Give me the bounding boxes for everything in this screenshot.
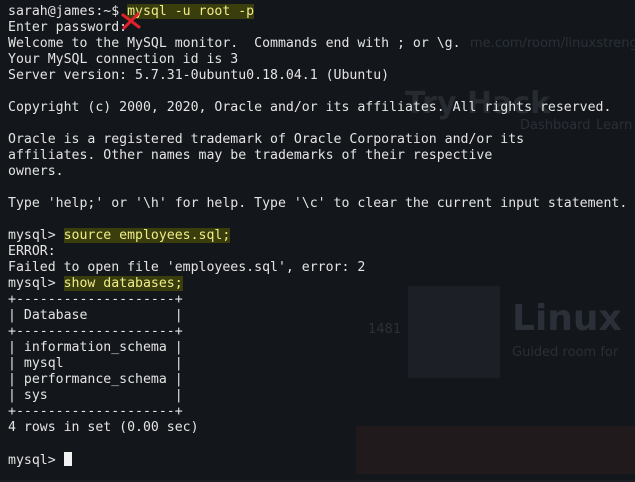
terminal-text: | performance_schema | — [8, 372, 183, 387]
terminal-text: Your MySQL connection id is 3 — [8, 52, 239, 67]
terminal-line: Failed to open file 'employees.sql', err… — [8, 260, 635, 276]
terminal-cursor — [63, 452, 72, 466]
terminal-line: | information_schema | — [8, 340, 635, 356]
terminal-text: mysql> — [8, 276, 64, 291]
terminal-text: +--------------------+ — [8, 292, 183, 307]
terminal-line: Welcome to the MySQL monitor. Commands e… — [8, 36, 635, 52]
terminal-text: sarah@james:~$ — [8, 4, 128, 19]
terminal-text: ERROR: — [8, 244, 56, 259]
terminal-text: +--------------------+ — [8, 404, 183, 419]
terminal-line: +--------------------+ — [8, 404, 635, 420]
terminal-text: +--------------------+ — [8, 324, 183, 339]
highlighted-command: show databases; — [63, 276, 183, 291]
terminal-line: +--------------------+ — [8, 292, 635, 308]
terminal-text: | information_schema | — [8, 340, 183, 355]
terminal-line: | sys | — [8, 388, 635, 404]
terminal-line: 4 rows in set (0.00 sec) — [8, 420, 635, 436]
terminal-text: owners. — [8, 164, 64, 179]
terminal-text: Oracle is a registered trademark of Orac… — [8, 132, 525, 147]
terminal-line: Enter password: — [8, 20, 635, 36]
highlighted-command: mysql -u root -p — [127, 4, 255, 19]
terminal-line: Type 'help;' or '\h' for help. Type '\c'… — [8, 196, 635, 212]
terminal-text: | sys | — [8, 388, 183, 403]
terminal-line: mysql> source employees.sql; — [8, 228, 635, 244]
terminal-line: +--------------------+ — [8, 324, 635, 340]
terminal-line: ERROR: — [8, 244, 635, 260]
terminal-line: sarah@james:~$ mysql -u root -p — [8, 4, 635, 20]
terminal-line: mysql> show databases; — [8, 276, 635, 292]
terminal-line: | mysql | — [8, 356, 635, 372]
terminal-text: mysql> — [8, 453, 64, 468]
terminal-line: owners. — [8, 164, 635, 180]
terminal-text: Copyright (c) 2000, 2020, Oracle and/or … — [8, 100, 612, 115]
terminal-output[interactable]: sarah@james:~$ mysql -u root -p Enter pas… — [8, 4, 635, 468]
terminal-text: Welcome to the MySQL monitor. Commands e… — [8, 36, 461, 51]
red-x-annotation-icon — [121, 12, 141, 30]
terminal-text: 4 rows in set (0.00 sec) — [8, 420, 199, 435]
terminal-text: Enter password: — [8, 20, 128, 35]
highlighted-command: source employees.sql; — [63, 228, 231, 243]
terminal-text: Failed to open file 'employees.sql', err… — [8, 260, 366, 275]
terminal-text: | Database | — [8, 308, 183, 323]
terminal-line: | Database | — [8, 308, 635, 324]
terminal-line: mysql> — [8, 452, 635, 468]
terminal-text: | mysql | — [8, 356, 183, 371]
terminal-text: Server version: 5.7.31-0ubuntu0.18.04.1 … — [8, 68, 390, 83]
terminal-text: Type 'help;' or '\h' for help. Type '\c'… — [8, 196, 628, 211]
terminal-text: mysql> — [8, 228, 64, 243]
terminal-line: Server version: 5.7.31-0ubuntu0.18.04.1 … — [8, 68, 635, 84]
terminal-line: Oracle is a registered trademark of Orac… — [8, 132, 635, 148]
terminal-line: | performance_schema | — [8, 372, 635, 388]
terminal-text: affiliates. Other names may be trademark… — [8, 148, 493, 163]
terminal-line: Copyright (c) 2000, 2020, Oracle and/or … — [8, 100, 635, 116]
terminal-line: affiliates. Other names may be trademark… — [8, 148, 635, 164]
terminal-line: Your MySQL connection id is 3 — [8, 52, 635, 68]
